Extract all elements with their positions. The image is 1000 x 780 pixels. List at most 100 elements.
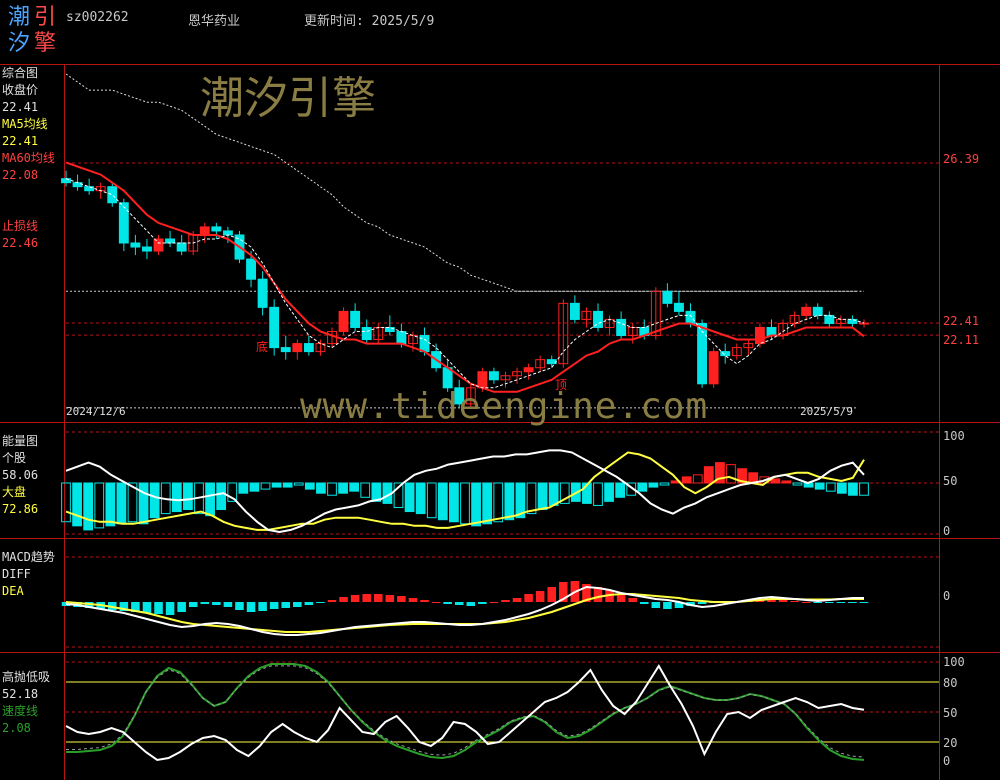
candle-body (211, 226, 222, 232)
candle-body (199, 226, 210, 236)
energy-bar (171, 482, 182, 513)
macd-bar (547, 587, 557, 602)
macd-bar (235, 602, 244, 610)
candle-body (142, 246, 152, 252)
macd-bar (316, 602, 325, 603)
diff-label: DIFF (2, 567, 31, 581)
energy-bar (726, 464, 736, 484)
candle-body (697, 322, 708, 385)
energy-bar (848, 482, 858, 496)
macd-bar (663, 602, 672, 609)
stock-energy-label: 个股 (2, 451, 27, 465)
candle-body (269, 306, 280, 349)
macd-bar (188, 602, 198, 607)
macd-bar (443, 602, 452, 604)
energy-bar (814, 482, 825, 490)
stock-energy-value: 58.06 (2, 468, 39, 482)
energy-bar (537, 482, 548, 511)
energy-bar (327, 482, 337, 496)
main-tick-2: 22.41 (943, 314, 980, 328)
energy-bar (293, 482, 304, 486)
energy-tick-50: 50 (943, 474, 958, 488)
energy-tick-0: 0 (943, 524, 951, 538)
candle-body (685, 310, 696, 324)
stop-loss-value: 22.46 (2, 236, 39, 250)
candle-body (523, 367, 534, 373)
energy-bar (183, 482, 193, 511)
macd-bar (165, 602, 175, 615)
energy-bar (437, 482, 448, 521)
macd-bar (790, 601, 799, 602)
energy-bar (360, 482, 371, 498)
top-marker: 顶 (555, 378, 568, 392)
speed-signal-line (66, 665, 865, 758)
macd-bar (362, 594, 371, 602)
energy-tick-100: 100 (943, 429, 965, 443)
energy-bar (460, 482, 470, 525)
stop-loss-label: 止损线 (2, 219, 39, 233)
candle-body (674, 302, 684, 312)
macd-bar (639, 602, 649, 604)
speed-label: 速度线 (2, 704, 39, 718)
energy-bar (415, 482, 426, 515)
energy-bar (260, 482, 271, 490)
macd-bar (848, 602, 857, 603)
energy-bar (249, 482, 260, 492)
candle-body (257, 278, 268, 308)
energy-bar (681, 476, 692, 484)
date-start: 2024/12/6 (66, 405, 126, 418)
main-tick-3: 22.11 (943, 333, 980, 347)
macd-bar (778, 600, 788, 602)
energy-bar (593, 482, 603, 506)
macd-panel-title: MACD趋势 (2, 550, 55, 564)
macd-bar (258, 602, 267, 611)
energy-bar (338, 482, 348, 494)
energy-bar (615, 482, 626, 498)
energy-bar (637, 482, 648, 492)
osc-tick-0: 0 (943, 754, 951, 768)
main-panel-title: 综合图 (2, 66, 39, 80)
macd-bar (269, 602, 279, 609)
energy-bar (482, 482, 493, 525)
energy-bar (205, 482, 215, 517)
candle-body (616, 318, 627, 337)
macd-bar (350, 595, 360, 602)
macd-bar (524, 594, 533, 602)
osc-value: 52.18 (2, 687, 39, 701)
ma5-label: MA5均线 (2, 117, 48, 131)
candle-body (569, 302, 580, 320)
candle-body (246, 258, 256, 280)
macd-bar (420, 600, 429, 602)
osc-panel-title: 高抛低吸 (2, 670, 51, 684)
candle-body (280, 347, 291, 353)
macd-bar (813, 602, 823, 603)
energy-bar (83, 482, 94, 531)
osc-tick-20: 20 (943, 736, 958, 750)
macd-bar (825, 602, 834, 603)
candle-body (107, 186, 118, 204)
date-end: 2025/5/9 (800, 405, 853, 418)
ma5-line (65, 178, 865, 389)
energy-bar (271, 482, 282, 488)
watermark-brand: 潮汐引擎 (200, 73, 376, 124)
osc-tick-80: 80 (943, 676, 958, 690)
energy-bar (781, 480, 792, 484)
candle-body (118, 202, 129, 244)
ma60-label: MA60均线 (2, 151, 55, 165)
macd-bar (293, 602, 302, 607)
macd-bar (339, 597, 348, 602)
ma5-value: 22.41 (2, 134, 39, 148)
upper-band-line (65, 73, 864, 292)
candle-body (396, 331, 407, 345)
candle-body (708, 351, 719, 385)
macd-bar (304, 602, 314, 605)
energy-bar (548, 482, 559, 506)
macd-bar (385, 595, 395, 602)
macd-bar (177, 602, 186, 612)
energy-bar (471, 482, 481, 527)
macd-bar (408, 598, 418, 602)
energy-bar (526, 482, 537, 515)
macd-bar (512, 598, 522, 602)
energy-bar (449, 482, 459, 523)
macd-bar (801, 602, 811, 603)
